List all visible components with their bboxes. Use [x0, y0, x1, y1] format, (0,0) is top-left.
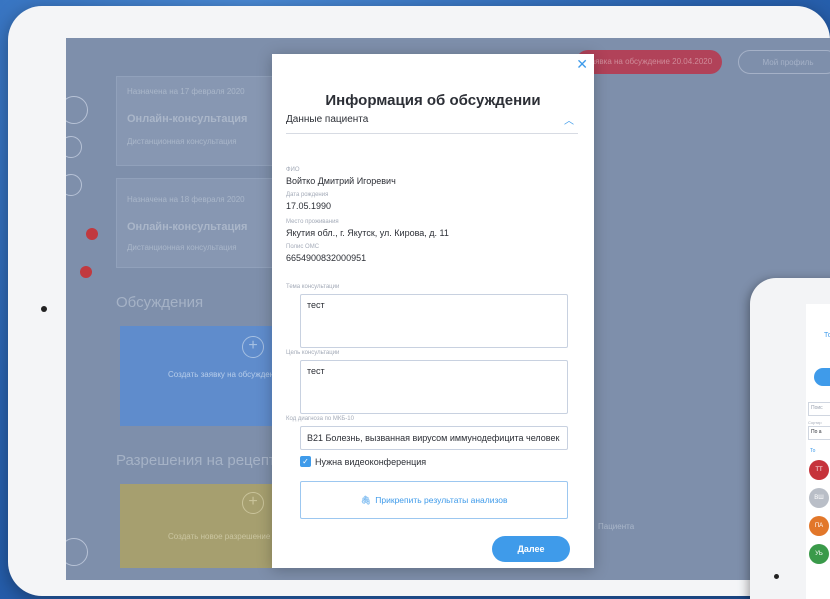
appointment-date: Назначена на 17 февраля 2020	[127, 87, 245, 96]
section-label: Данные пациента	[286, 114, 369, 125]
patient-data-section-header[interactable]: Данные пациента ︿	[286, 114, 578, 134]
video-conference-row[interactable]: ✓ Нужна видеоконференция	[300, 456, 426, 467]
phone-frame: То Поис Сортир По а То ТТ ВШ ПА УЬ	[750, 278, 830, 599]
appointment-date: Назначена на 18 февраля 2020	[127, 195, 245, 204]
sidebar-avatar	[66, 538, 88, 566]
video-conference-label: Нужна видеоконференция	[315, 456, 427, 467]
phone-search-input[interactable]: Поис	[808, 402, 830, 416]
create-prescription-tile[interactable]: + Создать новое разрешение	[120, 484, 280, 568]
section-discussions-title: Обсуждения	[116, 294, 204, 311]
field-label-address: Место проживания	[286, 219, 339, 225]
appointment-subtitle: Дистанционная консультация	[127, 137, 237, 146]
goal-textarea[interactable]: тест	[300, 360, 568, 414]
avatar[interactable]: ТТ	[809, 460, 829, 480]
sidebar-icon	[66, 96, 88, 124]
request-pill[interactable]: Заявка на обсуждение 20.04.2020	[576, 50, 722, 74]
avatar[interactable]: ВШ	[809, 488, 829, 508]
tablet-screen: Назначена на 17 февраля 2020 Онлайн-конс…	[66, 38, 830, 580]
phone-tab[interactable]: То	[824, 332, 830, 339]
field-label-birthdate: Дата рождения	[286, 192, 329, 198]
sidebar-search-icon	[66, 136, 82, 158]
phone-sort-label: Сортир	[808, 420, 822, 425]
goal-label: Цель консультации	[286, 350, 340, 356]
notification-dot	[86, 228, 98, 240]
sidebar-menu-icon	[66, 174, 82, 196]
video-conference-checkbox[interactable]: ✓	[300, 456, 311, 467]
field-label-policy: Полис ОМС	[286, 244, 320, 250]
phone-screen: То Поис Сортир По а То ТТ ВШ ПА УЬ	[806, 304, 830, 599]
phone-camera	[774, 574, 779, 579]
field-value-address: Якутия обл., г. Якутск, ул. Кирова, д. 1…	[286, 228, 449, 238]
field-value-policy: 6654900832000951	[286, 253, 367, 263]
phone-sort-select[interactable]: По а	[808, 426, 830, 440]
attach-results-label: Прикрепить результаты анализов	[375, 495, 508, 505]
phone-primary-button[interactable]	[814, 368, 830, 386]
appointment-subtitle: Дистанционная консультация	[127, 243, 237, 252]
create-request-label: Создать заявку на обсуждение	[168, 370, 284, 379]
modal-title: Информация об обсуждении	[325, 92, 541, 109]
diagnosis-label: Код диагноза по МКБ-10	[286, 416, 354, 422]
topic-label: Тема консультации	[286, 284, 340, 290]
field-value-name: Войтко Дмитрий Игоревич	[286, 176, 396, 186]
paperclip-icon: 🖇	[360, 494, 372, 505]
tablet-camera	[41, 306, 47, 312]
discussion-info-modal: ✕ Информация об обсуждении Данные пациен…	[272, 54, 594, 568]
avatar[interactable]: УЬ	[809, 544, 829, 564]
field-value-birthdate: 17.05.1990	[286, 201, 332, 211]
next-button[interactable]: Далее	[492, 536, 570, 562]
profile-pill[interactable]: Мой профиль	[738, 50, 830, 74]
attach-results-button[interactable]: 🖇 Прикрепить результаты анализов	[300, 481, 568, 519]
plus-icon: +	[242, 492, 264, 514]
create-prescription-label: Создать новое разрешение	[168, 532, 271, 541]
field-label-name: ФИО	[286, 167, 300, 173]
topic-textarea[interactable]: тест	[300, 294, 568, 348]
patient-label: Пациента	[598, 522, 635, 531]
phone-checkbox-label[interactable]: То	[810, 448, 815, 454]
close-icon[interactable]: ✕	[576, 56, 588, 73]
create-request-tile[interactable]: + Создать заявку на обсуждение	[120, 326, 284, 426]
diagnosis-input[interactable]: B21 Болезнь, вызванная вирусом иммунодеф…	[300, 426, 568, 450]
tablet-frame: Назначена на 17 февраля 2020 Онлайн-конс…	[8, 6, 830, 596]
plus-icon: +	[242, 336, 264, 358]
appointment-title: Онлайн-консультация	[127, 221, 248, 233]
avatar[interactable]: ПА	[809, 516, 829, 536]
appointment-title: Онлайн-консультация	[127, 113, 248, 125]
section-prescriptions-title: Разрешения на рецепт	[116, 452, 276, 469]
notification-dot	[80, 266, 92, 278]
chevron-up-icon: ︿	[564, 116, 574, 127]
